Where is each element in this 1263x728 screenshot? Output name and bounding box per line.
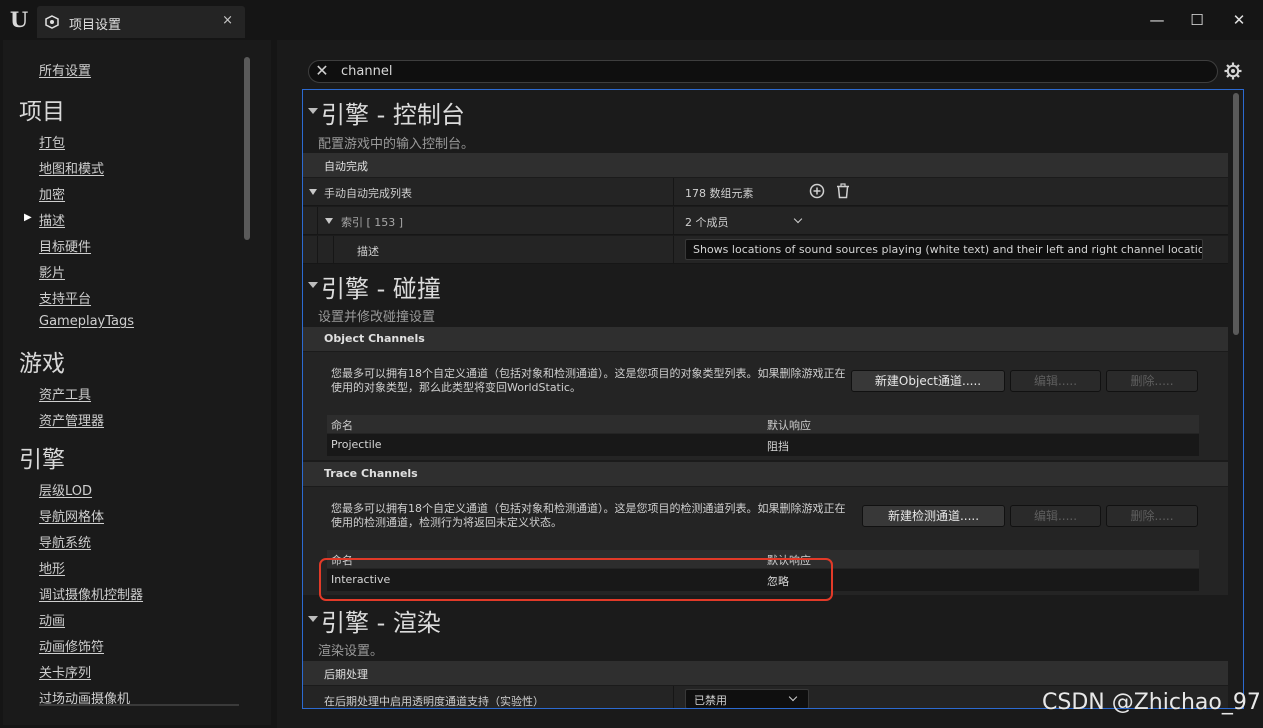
sidebar-item-nav-system[interactable]: 导航系统 — [39, 532, 91, 551]
column-header-default-response: 默认响应 — [767, 419, 811, 432]
highlight-annotation — [319, 558, 833, 601]
sidebar-item-description[interactable]: 描述 — [39, 210, 65, 229]
section-title-collision: 引擎 - 碰撞 — [321, 275, 441, 303]
sidebar-item-level-sequence[interactable]: 关卡序列 — [39, 662, 91, 681]
channel-response: 阻挡 — [767, 440, 789, 453]
settings-cube-icon — [45, 15, 59, 29]
category-autocomplete[interactable]: 自动完成 — [303, 153, 1228, 177]
delete-trace-channel-button[interactable]: 删除..... — [1106, 505, 1198, 527]
section-collapse-icon[interactable] — [308, 108, 318, 114]
sidebar-item-movies[interactable]: 影片 — [39, 262, 65, 281]
expand-icon[interactable] — [309, 189, 317, 195]
column-divider — [673, 178, 674, 206]
sidebar-scrollbar[interactable] — [244, 57, 250, 240]
gear-icon[interactable] — [1224, 62, 1242, 80]
trace-channels-note: 您最多可以拥有18个自定义通道（包括对象和检测通道）。这是您项目的检测通道列表。… — [331, 502, 846, 529]
new-trace-channel-button[interactable]: 新建检测通道..... — [862, 505, 1005, 527]
search-bar: ✕ — [308, 60, 1218, 83]
sidebar-category-game: 游戏 — [19, 351, 65, 377]
sidebar-item-hlod[interactable]: 层级LOD — [39, 480, 92, 499]
section-desc-collision: 设置并修改碰撞设置 — [318, 310, 436, 325]
delete-object-channel-button[interactable]: 删除..... — [1106, 370, 1198, 392]
title-bar: U 项目设置 × — ☐ ✕ — [0, 0, 1263, 40]
property-value: 2 个成员 — [685, 216, 729, 229]
section-title-console: 引擎 - 控制台 — [321, 101, 465, 129]
property-label: 手动自动完成列表 — [324, 187, 412, 200]
sidebar-item-navmesh[interactable]: 导航网格体 — [39, 506, 104, 525]
table-row[interactable]: Projectile 阻挡 — [327, 434, 1199, 456]
active-item-arrow-icon: ▶ — [24, 212, 32, 223]
section-title-rendering: 引擎 - 渲染 — [321, 609, 441, 637]
sidebar-item-anim-modifiers[interactable]: 动画修饰符 — [39, 636, 104, 655]
channel-name: Projectile — [331, 438, 382, 451]
minimize-icon[interactable]: — — [1145, 8, 1169, 32]
panel-scrollbar[interactable] — [1233, 93, 1239, 335]
sidebar-item-landscape[interactable]: 地形 — [39, 558, 65, 577]
tab-close-icon[interactable]: × — [222, 13, 233, 28]
tab-project-settings[interactable]: 项目设置 × — [37, 6, 245, 38]
sidebar-item-debug-camera[interactable]: 调试摄像机控制器 — [39, 584, 143, 603]
sidebar-item-gameplay-tags[interactable]: GameplayTags — [39, 314, 134, 329]
maximize-icon[interactable]: ☐ — [1185, 8, 1209, 32]
sidebar-item-crypto[interactable]: 加密 — [39, 184, 65, 203]
category-label: 后期处理 — [324, 668, 368, 681]
search-input[interactable] — [341, 63, 1201, 80]
settings-main: ✕ 引擎 - 控制台 配置游戏中的输入控制台。 自动完成 手动自动完成列表 17… — [277, 40, 1263, 728]
sidebar-item-supported-platforms[interactable]: 支持平台 — [39, 288, 91, 307]
category-label: Object Channels — [324, 332, 425, 345]
category-object-channels[interactable]: Object Channels — [303, 327, 1228, 351]
column-divider — [673, 236, 674, 264]
chevron-down-icon[interactable] — [793, 214, 803, 224]
watermark: CSDN @Zhichao_97 — [1042, 690, 1261, 715]
property-row-manual-list: 手动自动完成列表 178 数组元素 — [303, 178, 1228, 206]
sidebar-item-packaging[interactable]: 打包 — [39, 132, 65, 151]
object-channels-note: 您最多可以拥有18个自定义通道（包括对象和检测通道）。这是您项目的对象类型列表。… — [331, 367, 846, 394]
sidebar-category-project: 项目 — [19, 99, 65, 125]
category-trace-channels[interactable]: Trace Channels — [303, 462, 1228, 486]
edit-object-channel-button[interactable]: 编辑..... — [1010, 370, 1101, 392]
tab-title: 项目设置 — [69, 18, 122, 33]
add-circle-icon[interactable] — [809, 183, 825, 199]
sidebar-item-asset-tools[interactable]: 资产工具 — [39, 384, 91, 403]
column-header-name: 命名 — [331, 419, 353, 432]
new-object-channel-button[interactable]: 新建Object通道..... — [851, 370, 1005, 392]
section-collapse-icon[interactable] — [308, 282, 318, 288]
sidebar-item-asset-manager[interactable]: 资产管理器 — [39, 410, 104, 429]
edit-trace-channel-button[interactable]: 编辑..... — [1010, 505, 1101, 527]
category-label: 自动完成 — [324, 160, 368, 173]
select-value: 已禁用 — [694, 694, 727, 707]
property-label: 索引 [ 153 ] — [341, 216, 404, 229]
sidebar-item-maps-modes[interactable]: 地图和模式 — [39, 158, 104, 177]
settings-panel: 引擎 - 控制台 配置游戏中的输入控制台。 自动完成 手动自动完成列表 178 … — [302, 89, 1244, 709]
sidebar-item-all-settings[interactable]: 所有设置 — [39, 60, 91, 79]
expand-icon[interactable] — [325, 218, 333, 224]
property-row-description: 描述 Shows locations of sound sources play… — [303, 236, 1228, 264]
property-value: 178 数组元素 — [685, 187, 754, 200]
property-label: 描述 — [357, 245, 379, 258]
category-post-processing[interactable]: 后期处理 — [303, 661, 1228, 685]
object-channels-table-header: 命名 默认响应 — [327, 415, 1199, 433]
column-divider — [673, 686, 674, 708]
chevron-down-icon — [788, 692, 798, 702]
property-row-index: 索引 [ 153 ] 2 个成员 — [303, 207, 1228, 235]
trash-icon[interactable] — [835, 183, 851, 199]
alpha-channel-select[interactable]: 已禁用 — [685, 689, 809, 708]
section-desc-rendering: 渲染设置。 — [318, 644, 384, 659]
sidebar-horizontal-scrollbar[interactable] — [39, 704, 239, 706]
section-collapse-icon[interactable] — [308, 616, 318, 622]
description-field[interactable]: Shows locations of sound sources playing… — [685, 239, 1203, 260]
search-clear-icon[interactable]: ✕ — [314, 63, 330, 79]
settings-sidebar: 所有设置 项目 打包 地图和模式 加密 ▶ 描述 目标硬件 影片 支持平台 Ga… — [3, 40, 271, 725]
object-channels-block: 您最多可以拥有18个自定义通道（包括对象和检测通道）。这是您项目的对象类型列表。… — [303, 352, 1228, 460]
unreal-logo-icon[interactable]: U — [6, 7, 32, 33]
window-close-icon[interactable]: ✕ — [1227, 8, 1251, 32]
sidebar-item-target-hardware[interactable]: 目标硬件 — [39, 236, 91, 255]
sidebar-category-engine: 引擎 — [19, 447, 65, 473]
section-desc-console: 配置游戏中的输入控制台。 — [318, 137, 475, 152]
category-label: Trace Channels — [324, 467, 418, 480]
property-label: 在后期处理中启用透明度通道支持（实验性） — [324, 695, 544, 708]
column-divider — [673, 207, 674, 235]
sidebar-item-animation[interactable]: 动画 — [39, 610, 65, 629]
